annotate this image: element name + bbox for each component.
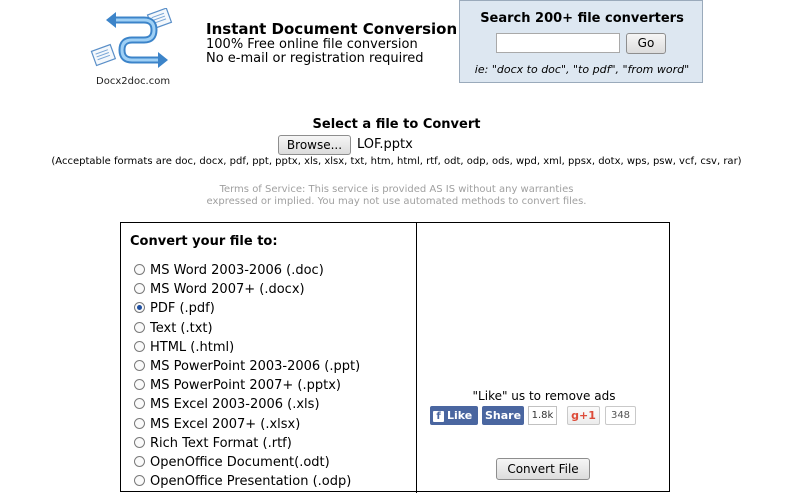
- format-option[interactable]: Rich Text Format (.rtf): [134, 436, 292, 455]
- format-option-label: OpenOffice Presentation (.odp): [150, 474, 352, 489]
- format-radio[interactable]: [134, 475, 145, 486]
- format-option-label: PDF (.pdf): [150, 301, 215, 316]
- format-option-label: HTML (.html): [150, 340, 235, 355]
- selected-file-name: LOF.pptx: [357, 137, 413, 152]
- format-option-label: MS Excel 2007+ (.xlsx): [150, 417, 301, 432]
- format-option[interactable]: MS PowerPoint 2007+ (.pptx): [134, 378, 341, 397]
- format-radio[interactable]: [134, 379, 145, 390]
- format-radio[interactable]: [134, 418, 145, 429]
- format-radio[interactable]: [134, 437, 145, 448]
- google-plus-button[interactable]: g+1: [567, 406, 600, 425]
- terms-of-service-line-1: Terms of Service: This service is provid…: [219, 184, 574, 195]
- format-option-label: MS PowerPoint 2003-2006 (.ppt): [150, 359, 361, 374]
- header-tagline-1: 100% Free online file conversion: [206, 37, 418, 52]
- like-to-remove-ads-text: "Like" us to remove ads: [472, 389, 616, 403]
- facebook-icon: f: [433, 411, 444, 422]
- convert-table: Convert your file to: "Like" us to remov…: [120, 222, 670, 493]
- browse-button[interactable]: Browse...: [278, 135, 351, 155]
- format-radio[interactable]: [134, 360, 145, 371]
- search-title: Search 200+ file converters: [480, 11, 684, 26]
- format-option-label: MS Excel 2003-2006 (.xls): [150, 397, 320, 412]
- format-option[interactable]: MS Word 2003-2006 (.doc): [134, 263, 324, 282]
- search-hint: ie: "docx to doc", "to pdf", "from word": [474, 63, 690, 76]
- format-option[interactable]: OpenOffice Document(.odt): [134, 455, 330, 474]
- format-radio[interactable]: [134, 341, 145, 352]
- format-option[interactable]: MS Word 2007+ (.docx): [134, 282, 305, 301]
- header-tagline-2: No e-mail or registration required: [206, 51, 424, 66]
- convert-title: Convert your file to:: [130, 234, 278, 249]
- logo-text: Docx2doc.com: [96, 76, 171, 87]
- terms-of-service-line-2: expressed or implied. You may not use au…: [206, 196, 587, 207]
- format-radio[interactable]: [134, 322, 145, 333]
- search-panel: Search 200+ file converters Go ie: "docx…: [459, 0, 703, 83]
- facebook-like-button[interactable]: f Like: [430, 406, 478, 425]
- format-option[interactable]: MS Excel 2007+ (.xlsx): [134, 417, 300, 436]
- format-option[interactable]: HTML (.html): [134, 340, 234, 359]
- facebook-share-button[interactable]: Share: [482, 406, 524, 425]
- format-radio[interactable]: [134, 264, 145, 275]
- select-file-title: Select a file to Convert: [312, 117, 481, 132]
- format-option-label: MS PowerPoint 2007+ (.pptx): [150, 378, 341, 393]
- format-radio[interactable]: [134, 302, 145, 313]
- format-radio[interactable]: [134, 398, 145, 409]
- acceptable-formats: (Acceptable formats are doc, docx, pdf, …: [51, 156, 742, 167]
- logo-graphic-icon: [90, 7, 173, 68]
- format-option-label: OpenOffice Document(.odt): [150, 455, 330, 470]
- format-option[interactable]: MS PowerPoint 2003-2006 (.ppt): [134, 359, 360, 378]
- format-option-label: Rich Text Format (.rtf): [150, 436, 292, 451]
- facebook-like-label: Like: [447, 409, 473, 422]
- format-option-label: MS Word 2007+ (.docx): [150, 282, 305, 297]
- search-input[interactable]: [496, 33, 620, 53]
- convert-file-button[interactable]: Convert File: [496, 458, 590, 480]
- format-option-label: Text (.txt): [150, 321, 213, 336]
- facebook-like-count: 1.8k: [528, 406, 557, 425]
- search-go-button[interactable]: Go: [626, 33, 666, 54]
- format-option[interactable]: MS Excel 2003-2006 (.xls): [134, 397, 320, 416]
- format-option[interactable]: PDF (.pdf): [134, 301, 215, 320]
- format-option-label: MS Word 2003-2006 (.doc): [150, 263, 324, 278]
- format-option[interactable]: Text (.txt): [134, 321, 213, 340]
- column-divider: [416, 223, 417, 493]
- format-option[interactable]: OpenOffice Presentation (.odp): [134, 474, 351, 493]
- google-plus-count: 348: [605, 406, 636, 425]
- header-title: Instant Document Conversion: [206, 20, 458, 38]
- format-radio[interactable]: [134, 283, 145, 294]
- format-radio[interactable]: [134, 456, 145, 467]
